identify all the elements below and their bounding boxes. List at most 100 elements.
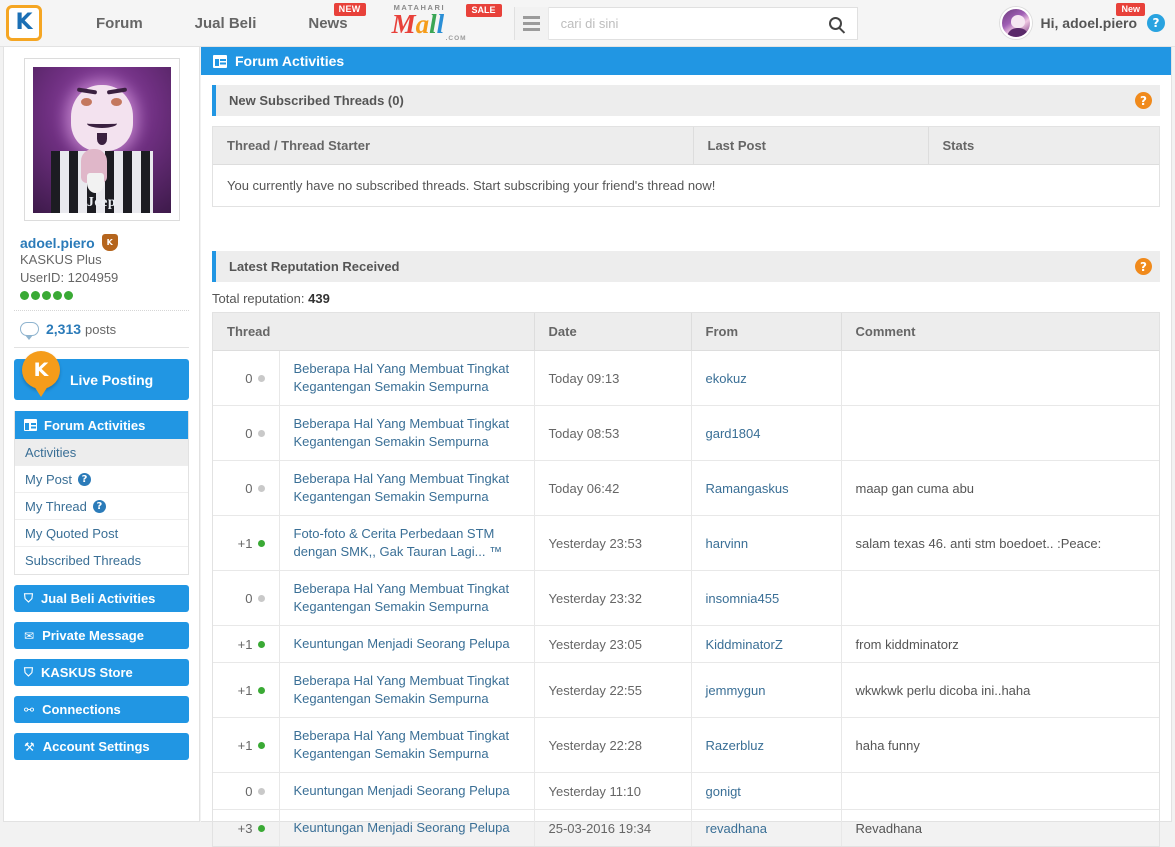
reputation-thread-cell: Beberapa Hal Yang Membuat Tingkat Kegant…: [279, 717, 535, 773]
reputation-from-cell: gard1804: [691, 405, 842, 461]
from-user-link[interactable]: ekokuz: [706, 371, 747, 386]
table-row-empty: You currently have no subscribed threads…: [213, 165, 1159, 207]
table-row: 0 Beberapa Hal Yang Membuat Tingkat Kegan…: [213, 350, 1159, 406]
column-header-comment: Comment: [841, 313, 1159, 351]
reputation-from-cell: ekokuz: [691, 350, 842, 406]
hamburger-icon[interactable]: [514, 6, 549, 40]
sidebar-item-label: My Thread: [25, 498, 87, 514]
table-header-row: Thread / Thread Starter Last Post Stats: [213, 127, 1159, 165]
sidebar-item-connections[interactable]: ⚯ Connections: [14, 696, 189, 723]
reputation-points: +1: [213, 515, 280, 571]
total-reputation-value: 439: [308, 291, 330, 306]
reputation-status-dot: [257, 686, 265, 694]
reputation-thread-cell: Foto-foto & Cerita Perbedaan STM dengan …: [279, 515, 535, 571]
question-mark-icon[interactable]: ?: [77, 472, 91, 486]
reputation-points-value: +1: [237, 737, 253, 753]
thread-link[interactable]: Beberapa Hal Yang Membuat Tingkat Kegant…: [294, 415, 520, 451]
search-input[interactable]: [548, 7, 815, 39]
nav-link-news[interactable]: News NEW: [282, 2, 373, 32]
kaskus-logo[interactable]: K: [6, 5, 42, 41]
sidebar-item-private-message[interactable]: ✉ Private Message: [14, 622, 189, 649]
thread-link[interactable]: Beberapa Hal Yang Membuat Tingkat Kegant…: [294, 727, 520, 763]
thread-link[interactable]: Foto-foto & Cerita Perbedaan STM dengan …: [294, 525, 520, 561]
cart-icon: ⛉: [24, 665, 34, 679]
thread-link[interactable]: Beberapa Hal Yang Membuat Tingkat Kegant…: [294, 580, 520, 616]
help-icon[interactable]: ?: [1135, 92, 1152, 109]
thread-link[interactable]: Beberapa Hal Yang Membuat Tingkat Kegant…: [294, 360, 520, 396]
reputation-thread-cell: Beberapa Hal Yang Membuat Tingkat Kegant…: [279, 570, 535, 626]
reputation-from-cell: harvinn: [691, 515, 842, 571]
search-bar: [513, 6, 858, 40]
search-button[interactable]: [815, 7, 857, 40]
live-posting-label: Live Posting: [70, 371, 154, 388]
nav-link-forum[interactable]: Forum: [70, 15, 169, 32]
section-title: New Subscribed Threads (0): [229, 93, 404, 108]
reputation-thread-cell: Beberapa Hal Yang Membuat Tingkat Kegant…: [279, 350, 535, 406]
reputation-points-value: 0: [245, 425, 253, 441]
thread-link[interactable]: Beberapa Hal Yang Membuat Tingkat Kegant…: [294, 470, 520, 506]
section-title: Latest Reputation Received: [229, 259, 400, 274]
reputation-date: Yesterday 22:28: [534, 717, 692, 773]
envelope-icon: ✉: [24, 628, 35, 643]
reputation-from-cell: jemmygun: [691, 662, 842, 718]
sidebar-item-label: Connections: [42, 702, 121, 717]
empty-message: You currently have no subscribed threads…: [227, 178, 716, 193]
cart-icon: ⛉: [24, 591, 34, 605]
sidebar-item-label: Private Message: [42, 628, 144, 643]
sidebar-item-my-thread[interactable]: My Thread ?: [15, 493, 188, 520]
from-user-link[interactable]: Razerbluz: [706, 738, 765, 753]
help-icon[interactable]: ?: [1135, 258, 1152, 275]
thread-link[interactable]: Keuntungan Menjadi Seorang Pelupa: [294, 819, 520, 837]
reputation-thread-cell: Beberapa Hal Yang Membuat Tingkat Kegant…: [279, 662, 535, 718]
column-header-date: Date: [534, 313, 692, 351]
help-icon[interactable]: ?: [1147, 14, 1165, 32]
avatar[interactable]: [999, 7, 1032, 39]
profile-username[interactable]: adoel.piero: [20, 235, 95, 251]
sidebar-item-account-settings[interactable]: ⚒ Account Settings: [14, 733, 189, 760]
sidebar-item-jual-beli-activities[interactable]: ⛉ Jual Beli Activities: [14, 585, 189, 612]
from-user-link[interactable]: revadhana: [706, 821, 767, 836]
thread-link[interactable]: Keuntungan Menjadi Seorang Pelupa: [294, 635, 520, 653]
reputation-points: +1: [213, 717, 280, 773]
total-reputation: Total reputation: 439: [212, 291, 1160, 306]
reputation-date: Yesterday 22:55: [534, 662, 692, 718]
reputation-comment: haha funny: [841, 717, 1159, 773]
table-row: +1 Beberapa Hal Yang Membuat Tingkat Kega…: [213, 662, 1159, 718]
sidebar-item-label: Account Settings: [42, 739, 150, 754]
from-user-link[interactable]: KiddminatorZ: [706, 637, 783, 652]
reputation-points: 0: [213, 405, 280, 461]
page-title: Forum Activities: [201, 47, 1171, 75]
nav-link-jual-beli[interactable]: Jual Beli: [169, 15, 283, 32]
profile-avatar-frame: Jeep: [23, 58, 180, 221]
sidebar-item-kaskus-store[interactable]: ⛉ KASKUS Store: [14, 659, 189, 686]
profile-avatar-photo: Jeep: [32, 66, 171, 213]
menu-header-label: Forum Activities: [44, 417, 146, 433]
sidebar-item-activities[interactable]: Activities: [15, 439, 188, 466]
matahari-mall-logo[interactable]: MATAHARI Mall .COM SALE: [392, 3, 502, 43]
sidebar-item-label: Jual Beli Activities: [41, 591, 156, 606]
forum-activities-menu: Forum Activities Activities My Post ? My…: [14, 411, 189, 575]
reputation-comment: salam texas 46. anti stm boedoet.. :Peac…: [841, 515, 1159, 571]
sidebar-item-my-post[interactable]: My Post ?: [15, 466, 188, 493]
thread-link[interactable]: Beberapa Hal Yang Membuat Tingkat Kegant…: [294, 672, 520, 708]
from-user-link[interactable]: gonigt: [706, 784, 741, 799]
user-menu[interactable]: Hi, adoel.piero New ?: [999, 3, 1165, 39]
from-user-link[interactable]: Ramangaskus: [706, 481, 789, 496]
question-mark-icon[interactable]: ?: [92, 499, 106, 513]
live-posting-button[interactable]: K Live Posting: [14, 351, 189, 400]
reputation-thread-cell: Keuntungan Menjadi Seorang Pelupa: [279, 625, 535, 663]
from-user-link[interactable]: jemmygun: [706, 683, 766, 698]
column-header-stats: Stats: [928, 127, 1159, 165]
reputation-comment: [841, 570, 1159, 626]
from-user-link[interactable]: gard1804: [706, 426, 761, 441]
news-new-badge: NEW: [333, 2, 366, 16]
reputation-date: Yesterday 11:10: [534, 772, 692, 810]
from-user-link[interactable]: harvinn: [706, 536, 749, 551]
reputation-status-dot: [257, 484, 265, 492]
reputation-from-cell: KiddminatorZ: [691, 625, 842, 663]
sidebar-item-subscribed-threads[interactable]: Subscribed Threads: [15, 547, 188, 574]
thread-link[interactable]: Keuntungan Menjadi Seorang Pelupa: [294, 782, 520, 800]
from-user-link[interactable]: insomnia455: [706, 591, 780, 606]
sidebar-item-my-quoted-post[interactable]: My Quoted Post: [15, 520, 188, 547]
table-row: 0 Beberapa Hal Yang Membuat Tingkat Kegan…: [213, 460, 1159, 516]
